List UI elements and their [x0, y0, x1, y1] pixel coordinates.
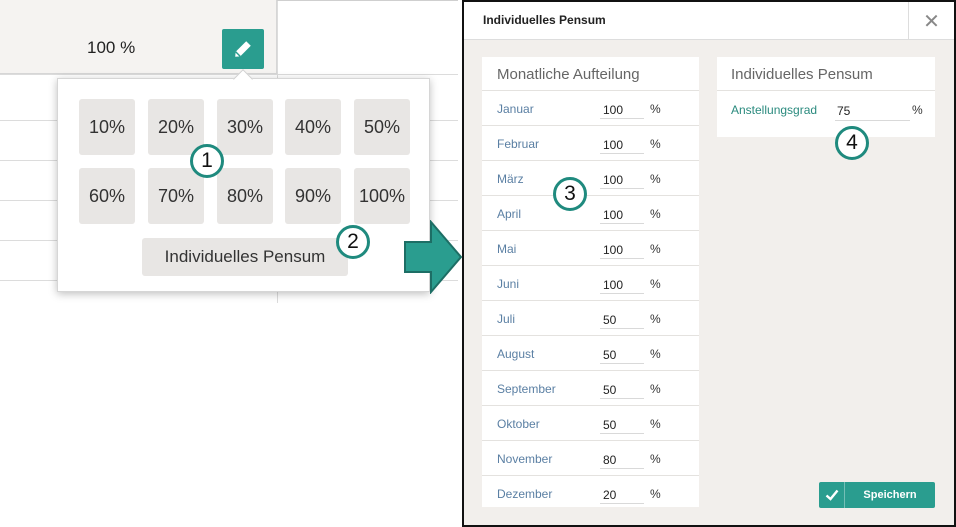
pensum-cell[interactable]: 100 %: [0, 0, 277, 74]
percent-sign: %: [650, 452, 661, 466]
month-row: August %: [482, 335, 699, 370]
step-badge-1: 1: [190, 144, 224, 178]
dialog-title: Individuelles Pensum: [483, 13, 606, 27]
month-label: August: [497, 347, 535, 361]
month-value-input[interactable]: [600, 202, 644, 224]
percent-sign: %: [650, 172, 661, 186]
month-label: März: [497, 172, 524, 186]
arrow-right-icon: [404, 220, 463, 294]
month-label: September: [497, 382, 556, 396]
monthly-breakdown-panel: Monatliche Aufteilung Januar % Februar %…: [482, 57, 699, 507]
percent-sign: %: [650, 242, 661, 256]
panel-divider: [717, 90, 935, 91]
month-value-input[interactable]: [600, 342, 644, 364]
individual-pensum-button[interactable]: Individuelles Pensum: [142, 238, 348, 276]
percent-option-30[interactable]: 30%: [217, 99, 273, 155]
percent-sign: %: [650, 487, 661, 501]
month-row: März %: [482, 160, 699, 195]
month-value-input[interactable]: [600, 272, 644, 294]
month-value-input[interactable]: [600, 412, 644, 434]
percent-option-90[interactable]: 90%: [285, 168, 341, 224]
step-badge-4: 4: [835, 126, 869, 160]
month-row: September %: [482, 370, 699, 405]
month-row: Dezember %: [482, 475, 699, 510]
month-value-input[interactable]: [600, 307, 644, 329]
dialog-header: Individuelles Pensum ✕: [464, 2, 954, 40]
percent-option-50[interactable]: 50%: [354, 99, 410, 155]
month-row: Oktober %: [482, 405, 699, 440]
check-icon-wrap: [819, 482, 845, 508]
month-row: November %: [482, 440, 699, 475]
percent-sign: %: [650, 382, 661, 396]
month-row: Mai %: [482, 230, 699, 265]
percent-option-60[interactable]: 60%: [79, 168, 135, 224]
step-badge-2: 2: [336, 225, 370, 259]
month-row: April %: [482, 195, 699, 230]
check-icon: [825, 489, 838, 501]
edit-pensum-button[interactable]: [222, 29, 264, 69]
percent-sign: %: [650, 137, 661, 151]
grid-line: [0, 74, 458, 75]
close-button[interactable]: ✕: [908, 2, 954, 40]
individual-pensum-panel: Individuelles Pensum Anstellungsgrad %: [717, 57, 935, 137]
month-label: November: [497, 452, 553, 466]
percent-option-80[interactable]: 80%: [217, 168, 273, 224]
stage: 100 % 10% 20% 30% 40% 50% 60% 70% 80% 90…: [0, 0, 956, 527]
month-label: Dezember: [497, 487, 553, 501]
percent-sign: %: [650, 417, 661, 431]
month-value-input[interactable]: [600, 237, 644, 259]
month-label: Januar: [497, 102, 534, 116]
month-row: Juni %: [482, 265, 699, 300]
month-value-input[interactable]: [600, 482, 644, 504]
month-value-input[interactable]: [600, 167, 644, 189]
employment-rate-input[interactable]: [835, 97, 910, 121]
percent-option-40[interactable]: 40%: [285, 99, 341, 155]
month-label: Oktober: [497, 417, 540, 431]
month-row: Juli %: [482, 300, 699, 335]
individual-pensum-dialog: Individuelles Pensum ✕ Monatliche Auftei…: [462, 0, 956, 527]
save-button-label: Speichern: [863, 489, 917, 501]
pencil-icon: [235, 41, 251, 57]
percent-sign: %: [650, 312, 661, 326]
close-icon: ✕: [923, 10, 940, 33]
percent-sign: %: [650, 347, 661, 361]
pensum-cell-value: 100 %: [87, 38, 136, 57]
month-row: Januar %: [482, 90, 699, 125]
percent-option-10[interactable]: 10%: [79, 99, 135, 155]
pensum-cell-screenshot: 100 % 10% 20% 30% 40% 50% 60% 70% 80% 90…: [0, 0, 458, 303]
percent-option-70[interactable]: 70%: [148, 168, 204, 224]
pensum-popup: 10% 20% 30% 40% 50% 60% 70% 80% 90% 100%…: [57, 78, 430, 292]
month-value-input[interactable]: [600, 132, 644, 154]
month-value-input[interactable]: [600, 377, 644, 399]
save-button[interactable]: Speichern: [819, 482, 935, 508]
month-label: April: [497, 207, 522, 221]
month-value-input[interactable]: [600, 447, 644, 469]
percent-sign: %: [912, 103, 923, 117]
percent-option-100[interactable]: 100%: [354, 168, 410, 224]
employment-rate-label: Anstellungsgrad: [731, 103, 818, 117]
month-row: Februar %: [482, 125, 699, 160]
month-label: Juli: [497, 312, 516, 326]
month-label: Februar: [497, 137, 540, 151]
month-value-input[interactable]: [600, 97, 644, 119]
month-label: Mai: [497, 242, 517, 256]
percent-sign: %: [650, 277, 661, 291]
month-label: Juni: [497, 277, 520, 291]
percent-sign: %: [650, 102, 661, 116]
monthly-breakdown-title: Monatliche Aufteilung: [497, 66, 640, 83]
step-badge-3: 3: [553, 177, 587, 211]
individual-pensum-title: Individuelles Pensum: [731, 66, 873, 83]
percent-sign: %: [650, 207, 661, 221]
